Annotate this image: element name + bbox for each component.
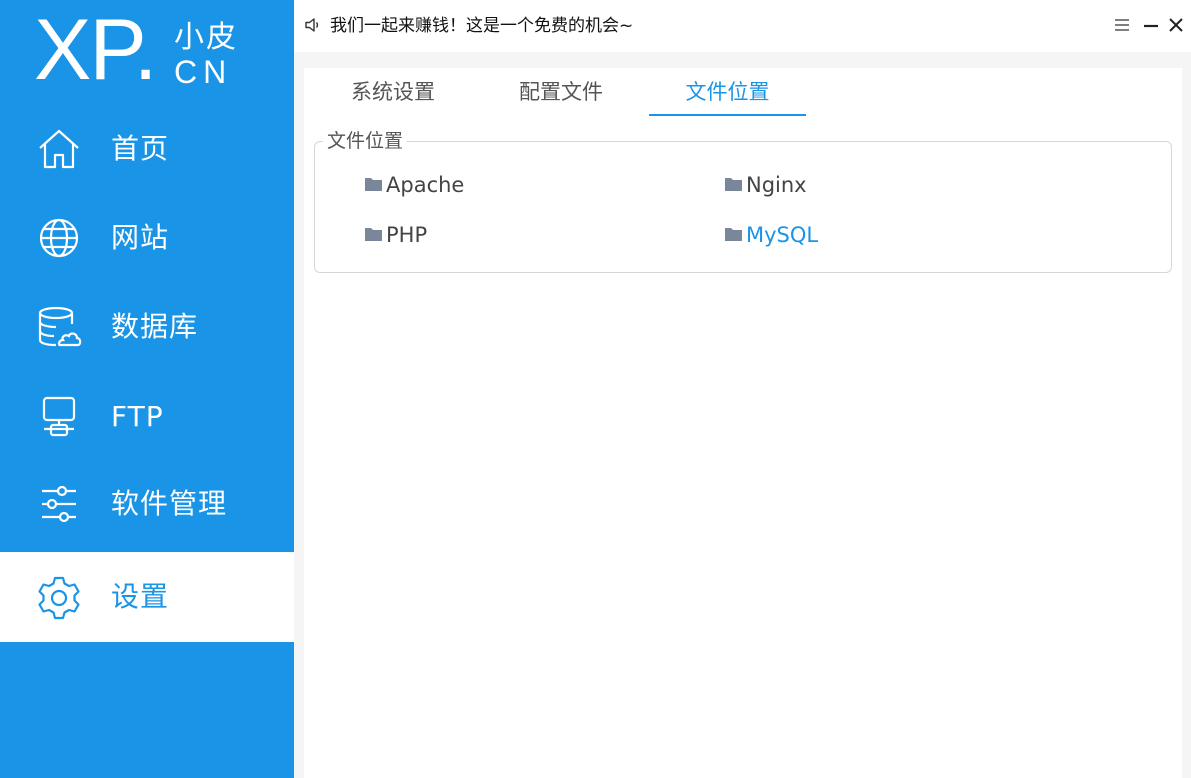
sliders-icon (42, 485, 76, 523)
folder-icon (725, 228, 742, 241)
sidebar-item-database[interactable]: 数据库 (0, 282, 294, 372)
menu-icon[interactable] (1111, 14, 1133, 36)
sidebar: XP. 小皮 CN 首页 网站 数据库 FTP 软件管理 设置 (0, 0, 294, 778)
sidebar-item-label: FTP (111, 400, 164, 433)
sidebar-item-label: 首页 (111, 132, 170, 165)
sidebar-item-label: 设置 (111, 580, 170, 613)
home-icon (39, 129, 79, 169)
sidebar-item-label: 软件管理 (111, 487, 228, 520)
title-bar: 我们一起来赚钱！这是一个免费的机会~ (294, 0, 1191, 52)
close-icon[interactable] (1165, 14, 1187, 36)
folder-icon (365, 178, 382, 191)
folder-icon (725, 178, 742, 191)
sidebar-item-ftp[interactable]: FTP (0, 372, 294, 462)
location-label: Apache (386, 173, 465, 197)
location-label: MySQL (746, 223, 819, 247)
globe-icon (39, 218, 79, 258)
folder-icon (365, 228, 382, 241)
minimize-icon[interactable] (1140, 14, 1162, 36)
location-label: Nginx (746, 173, 807, 197)
app-logo: XP. 小皮 CN (0, 0, 294, 110)
speaker-icon (305, 18, 319, 32)
sidebar-item-website[interactable]: 网站 (0, 193, 294, 283)
location-label: PHP (386, 223, 428, 247)
tab-file-locations[interactable]: 文件位置 (649, 74, 806, 116)
file-locations-group: 文件位置 Apache Nginx PHP MySQL (314, 129, 1172, 273)
server-icon (42, 396, 76, 437)
settings-panel: 系统设置 配置文件 文件位置 文件位置 Apache Nginx PHP MyS… (304, 68, 1182, 778)
database-icon (38, 306, 82, 347)
group-legend: 文件位置 (323, 129, 408, 153)
sidebar-item-home[interactable]: 首页 (0, 104, 294, 194)
gear-icon (38, 576, 80, 620)
tab-config-files[interactable]: 配置文件 (502, 74, 620, 114)
sidebar-item-software[interactable]: 软件管理 (0, 459, 294, 549)
sidebar-item-label: 网站 (111, 221, 170, 254)
logo-xp-text: XP. (34, 2, 158, 98)
logo-domain-text: CN (174, 54, 233, 90)
logo-cn-text: 小皮 (174, 20, 238, 55)
tab-system-settings[interactable]: 系统设置 (334, 74, 452, 114)
announcement-text[interactable]: 我们一起来赚钱！这是一个免费的机会~ (330, 14, 633, 38)
sidebar-item-settings[interactable]: 设置 (0, 552, 294, 642)
sidebar-item-label: 数据库 (111, 310, 199, 343)
